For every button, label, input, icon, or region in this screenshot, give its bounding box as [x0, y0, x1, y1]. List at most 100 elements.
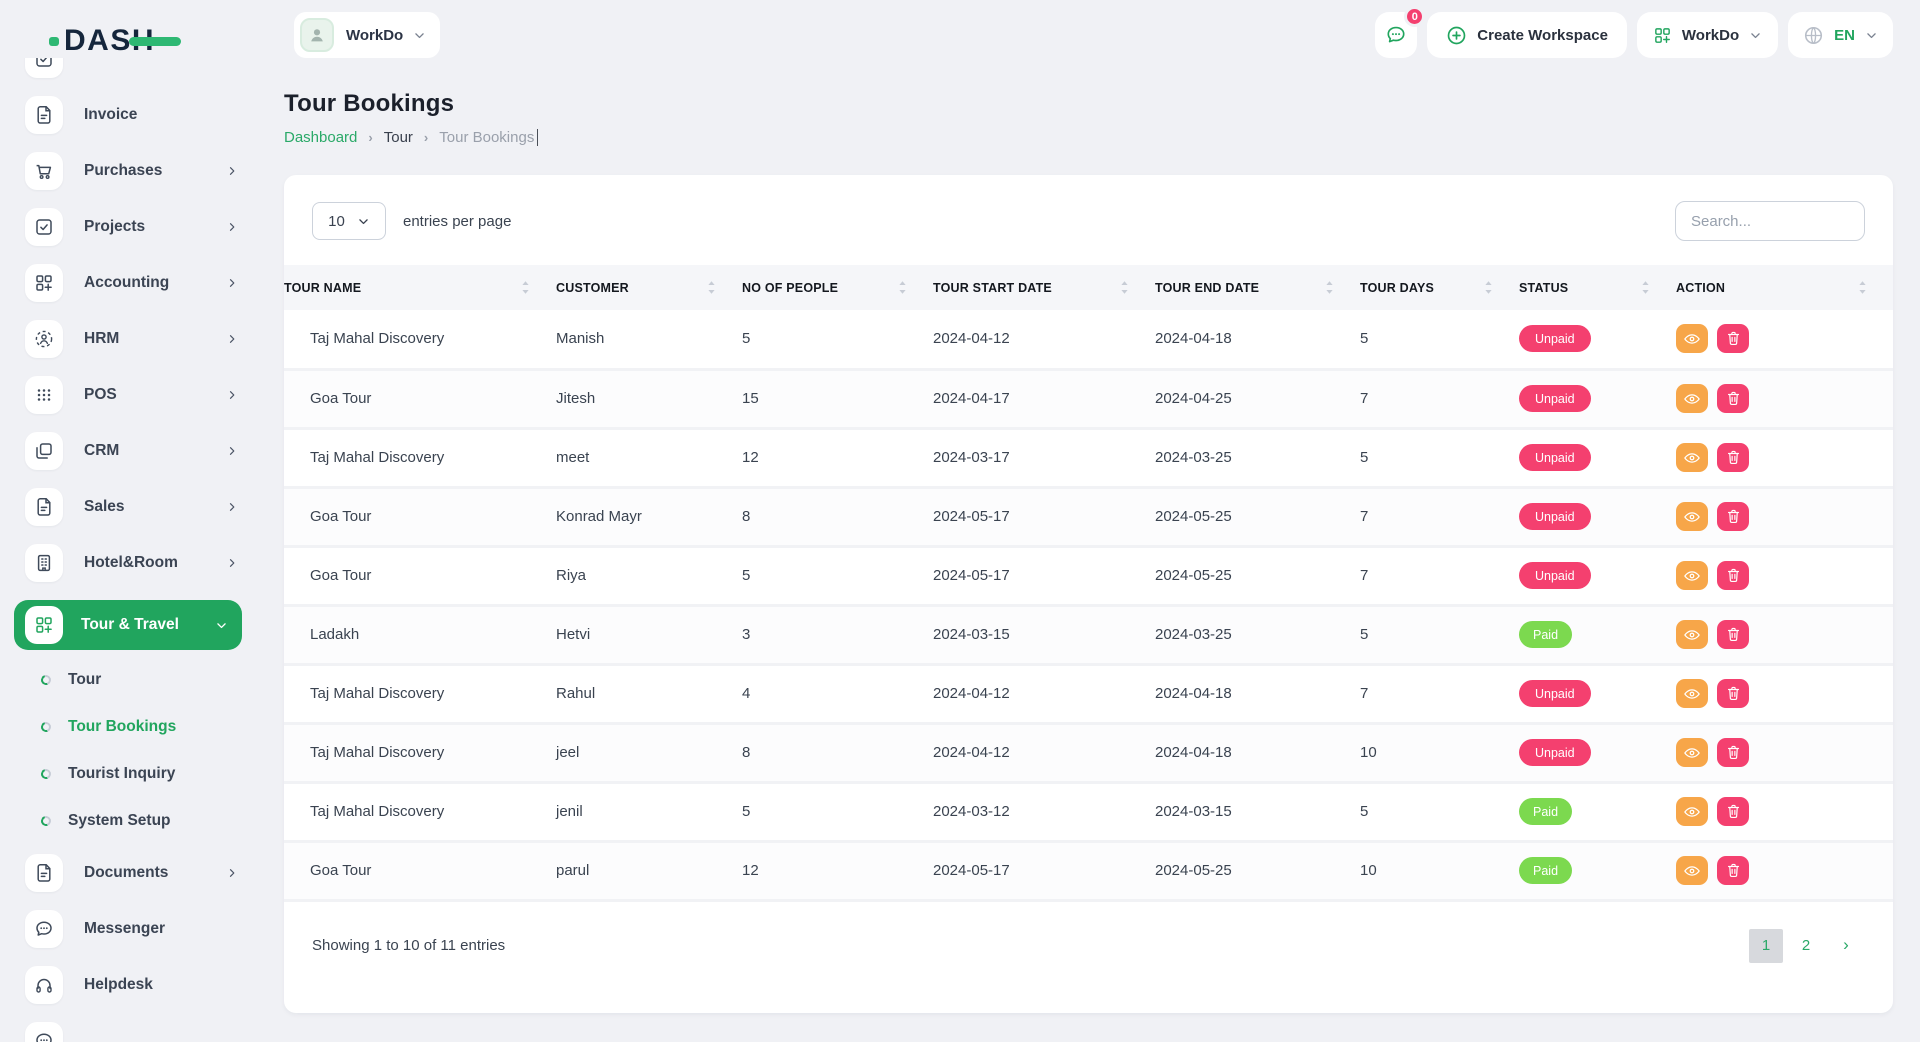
column-header[interactable]: ACTION: [1676, 265, 1893, 310]
sort-icon[interactable]: [521, 280, 530, 295]
column-header[interactable]: TOUR DAYS: [1360, 265, 1519, 310]
pagination-page-1[interactable]: 1: [1749, 929, 1783, 963]
cell-no-of-people: 12: [742, 841, 933, 900]
sidebar-item-helpdesk[interactable]: Helpdesk: [25, 966, 244, 1004]
delete-button[interactable]: [1717, 502, 1749, 531]
view-button[interactable]: [1676, 443, 1708, 472]
view-button[interactable]: [1676, 679, 1708, 708]
company-dropdown[interactable]: WorkDo: [1637, 12, 1778, 58]
table-row: Taj Mahal Discovery Manish 5 2024-04-12 …: [284, 310, 1893, 369]
cell-tour-days: 5: [1360, 428, 1519, 487]
table-row: Taj Mahal Discovery jeel 8 2024-04-12 20…: [284, 723, 1893, 782]
breadcrumb-dashboard-link[interactable]: Dashboard: [284, 129, 357, 146]
table-footer: Showing 1 to 10 of 11 entries 1 2 ›: [284, 902, 1893, 963]
cell-customer: Riya: [556, 546, 742, 605]
cell-no-of-people: 5: [742, 782, 933, 841]
sidebar-item-projects[interactable]: Projects: [25, 208, 244, 246]
workspace-dropdown[interactable]: WorkDo: [294, 12, 440, 58]
clipped-menu-icon: [25, 58, 63, 78]
delete-button[interactable]: [1717, 797, 1749, 826]
entries-per-page-select[interactable]: 10: [312, 202, 386, 240]
breadcrumb: Dashboard › Tour › Tour Bookings: [284, 129, 1893, 146]
delete-button[interactable]: [1717, 738, 1749, 767]
cell-tour-start-date: 2024-04-17: [933, 369, 1155, 428]
submenu-item-system-setup[interactable]: System Setup: [41, 807, 256, 835]
breadcrumb-tour-link[interactable]: Tour: [384, 129, 413, 146]
delete-button[interactable]: [1717, 324, 1749, 353]
sort-icon[interactable]: [1120, 280, 1129, 295]
submenu-item-tourist-inquiry[interactable]: Tourist Inquiry: [41, 760, 256, 788]
pagination-page-2[interactable]: 2: [1789, 929, 1823, 963]
sidebar-item-partial-bottom[interactable]: [25, 1022, 244, 1042]
sidebar-item-label: Accounting: [84, 274, 226, 292]
check-square-icon: [25, 208, 63, 246]
pagination-next-button[interactable]: ›: [1829, 929, 1863, 963]
create-workspace-button[interactable]: Create Workspace: [1427, 12, 1627, 58]
sort-icon[interactable]: [1484, 280, 1493, 295]
view-button[interactable]: [1676, 738, 1708, 767]
view-button[interactable]: [1676, 502, 1708, 531]
sidebar-item-tour-travel-active[interactable]: Tour & Travel: [14, 600, 242, 650]
sidebar-item-invoice[interactable]: Invoice: [25, 96, 244, 134]
view-button[interactable]: [1676, 561, 1708, 590]
delete-button[interactable]: [1717, 561, 1749, 590]
sidebar-item-label: Projects: [84, 218, 226, 236]
chevron-down-icon: [215, 619, 228, 632]
cell-tour-name: Taj Mahal Discovery: [284, 428, 556, 487]
submenu-item-tour[interactable]: Tour: [41, 666, 256, 694]
column-header[interactable]: NO OF PEOPLE: [742, 265, 933, 310]
entries-summary: Showing 1 to 10 of 11 entries: [312, 937, 505, 954]
submenu-item-tour-bookings[interactable]: Tour Bookings: [41, 713, 256, 741]
cell-tour-start-date: 2024-05-17: [933, 487, 1155, 546]
cell-tour-start-date: 2024-03-12: [933, 782, 1155, 841]
sort-icon[interactable]: [898, 280, 907, 295]
cart-icon: [25, 152, 63, 190]
entries-per-page-label: entries per page: [403, 213, 511, 230]
delete-button[interactable]: [1717, 620, 1749, 649]
cell-tour-days: 5: [1360, 605, 1519, 664]
sort-icon[interactable]: [707, 280, 716, 295]
column-header[interactable]: CUSTOMER: [556, 265, 742, 310]
delete-button[interactable]: [1717, 679, 1749, 708]
delete-button[interactable]: [1717, 856, 1749, 885]
search-input[interactable]: [1675, 201, 1865, 241]
sort-icon[interactable]: [1641, 280, 1650, 295]
sidebar-item-crm[interactable]: CRM: [25, 432, 244, 470]
page-head: Tour Bookings Dashboard › Tour › Tour Bo…: [284, 90, 1893, 146]
sidebar-item-purchases[interactable]: Purchases: [25, 152, 244, 190]
column-header[interactable]: TOUR END DATE: [1155, 265, 1360, 310]
sidebar-item-sales[interactable]: Sales: [25, 488, 244, 526]
language-dropdown[interactable]: EN: [1788, 12, 1893, 58]
sidebar-item-messenger[interactable]: Messenger: [25, 910, 244, 948]
sidebar-item-accounting[interactable]: Accounting: [25, 264, 244, 302]
sidebar-item-hrm[interactable]: HRM: [25, 320, 244, 358]
view-button[interactable]: [1676, 797, 1708, 826]
sidebar-item-hotel-room[interactable]: Hotel&Room: [25, 544, 244, 582]
column-header[interactable]: TOUR START DATE: [933, 265, 1155, 310]
status-badge: Unpaid: [1519, 325, 1591, 352]
invoice-icon: [25, 96, 63, 134]
breadcrumb-current: Tour Bookings: [439, 129, 534, 146]
sort-icon[interactable]: [1858, 280, 1867, 295]
column-header[interactable]: STATUS: [1519, 265, 1676, 310]
sort-icon[interactable]: [1325, 280, 1334, 295]
sidebar-item-pos[interactable]: POS: [25, 376, 244, 414]
delete-button[interactable]: [1717, 384, 1749, 413]
table-wrap: TOUR NAME CUSTOMER: [284, 265, 1893, 902]
chevron-right-icon: [226, 557, 238, 569]
column-header[interactable]: TOUR NAME: [284, 265, 556, 310]
table-row: Taj Mahal Discovery meet 12 2024-03-17 2…: [284, 428, 1893, 487]
delete-button[interactable]: [1717, 443, 1749, 472]
messages-button[interactable]: 0: [1375, 12, 1417, 58]
sidebar-item-partial-top[interactable]: [25, 58, 244, 78]
topbar-actions: 0 Create Workspace WorkDo EN: [1375, 12, 1893, 58]
view-button[interactable]: [1676, 856, 1708, 885]
app-logo[interactable]: DASH: [0, 0, 256, 58]
headset-icon: [25, 966, 63, 1004]
sidebar-item-documents[interactable]: Documents: [25, 854, 244, 892]
cell-customer: Hetvi: [556, 605, 742, 664]
view-button[interactable]: [1676, 324, 1708, 353]
cell-status: Unpaid: [1519, 310, 1676, 369]
view-button[interactable]: [1676, 620, 1708, 649]
view-button[interactable]: [1676, 384, 1708, 413]
